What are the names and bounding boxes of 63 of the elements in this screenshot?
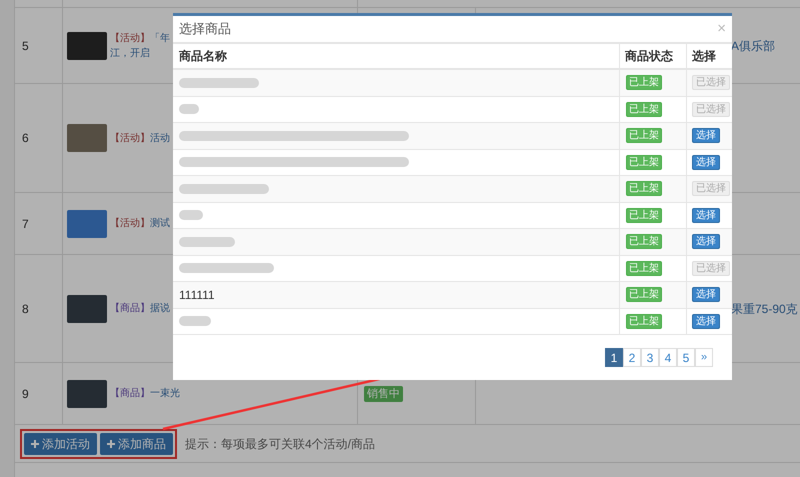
column-header: 商品名称 — [179, 48, 227, 65]
row-number: 8 — [22, 300, 29, 318]
item-tag: 【商品】 — [110, 301, 150, 316]
row-number: 7 — [22, 216, 29, 232]
blurred-text — [179, 316, 211, 326]
item-description: 果重75-90克 — [731, 300, 798, 318]
photo-placeholder — [67, 124, 107, 152]
page-button[interactable]: 2 — [623, 348, 641, 367]
blurred-text — [179, 210, 203, 220]
status-badge: 已上架 — [626, 260, 662, 276]
select-button[interactable]: 已选择 — [692, 75, 730, 90]
status-badge: 销售中 — [364, 386, 403, 402]
add-button[interactable]: 添加活动 — [24, 432, 97, 454]
item-tag: 【活动】 — [110, 130, 150, 146]
item-title[interactable]: 据说 — [150, 301, 170, 316]
dialog-title: 选择商品 — [179, 20, 231, 38]
next-page-button[interactable]: » — [695, 348, 713, 367]
select-button[interactable]: 选择 — [692, 287, 720, 302]
status-badge: 已上架 — [626, 75, 662, 90]
select-button[interactable]: 选择 — [692, 314, 720, 329]
photo-placeholder — [67, 210, 107, 238]
status-badge: 已上架 — [626, 102, 662, 117]
status-badge: 已上架 — [626, 181, 662, 196]
hint-text: 提示：每项最多可关联4个活动/商品 — [185, 436, 376, 452]
select-button[interactable]: 选择 — [692, 234, 720, 250]
select-button[interactable]: 选择 — [692, 128, 720, 144]
photo-placeholder — [67, 32, 107, 60]
item-tag: 【商品】 — [110, 386, 150, 401]
row-number: 9 — [22, 386, 29, 402]
item-title[interactable]: 江，开启 — [110, 46, 150, 60]
product-name: 111111 — [179, 286, 215, 304]
page-button[interactable]: 1 — [605, 348, 623, 367]
item-title[interactable]: 活动 — [150, 130, 170, 146]
page-button[interactable]: 4 — [659, 348, 677, 367]
blurred-text — [179, 236, 235, 247]
blurred-text — [179, 104, 199, 114]
status-badge: 已上架 — [626, 287, 662, 302]
item-title[interactable]: 测试 — [150, 216, 170, 231]
plus-icon — [107, 440, 115, 448]
item-tag: 【活动】 — [110, 216, 150, 231]
status-badge: 已上架 — [626, 128, 662, 144]
select-button[interactable]: 已选择 — [692, 181, 730, 196]
status-badge: 已上架 — [626, 208, 662, 223]
photo-placeholder — [67, 294, 107, 322]
column-header: 商品状态 — [625, 48, 673, 65]
item-title[interactable]: 「年 — [150, 30, 170, 46]
page-button[interactable]: 5 — [677, 348, 695, 367]
select-button[interactable]: 已选择 — [692, 260, 730, 276]
status-badge: 已上架 — [626, 154, 662, 170]
status-badge: 已上架 — [626, 314, 662, 329]
row-number: 6 — [22, 130, 29, 147]
item-tag: 【活动】 — [110, 30, 150, 46]
add-button[interactable]: 添加商品 — [100, 432, 173, 454]
column-header: 选择 — [692, 48, 716, 65]
page-button[interactable]: 3 — [641, 348, 659, 367]
select-button[interactable]: 已选择 — [692, 102, 730, 117]
plus-icon — [31, 440, 39, 448]
status-badge: 已上架 — [626, 234, 662, 250]
row-number: 5 — [22, 38, 29, 54]
select-button[interactable]: 选择 — [692, 208, 720, 223]
photo-placeholder — [67, 380, 107, 408]
item-title[interactable]: 一束光 — [150, 386, 180, 401]
select-button[interactable]: 选择 — [692, 154, 720, 170]
